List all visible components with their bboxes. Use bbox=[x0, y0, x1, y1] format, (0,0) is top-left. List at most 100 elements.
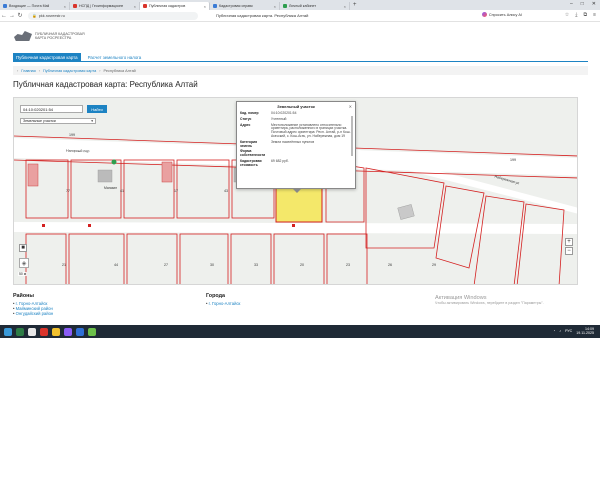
boundary-marker bbox=[42, 224, 45, 227]
cadastral-search-input[interactable]: 04:10:020201:54 bbox=[20, 105, 83, 113]
breadcrumb-map[interactable]: Публичная кадастровая карта bbox=[43, 69, 96, 73]
building bbox=[161, 161, 173, 183]
parcel-number: 199 bbox=[510, 158, 516, 162]
tab-label: Личный кабинет bbox=[289, 4, 317, 8]
reload-icon[interactable]: ↻ bbox=[16, 12, 24, 19]
close-icon[interactable]: ✕ bbox=[349, 104, 352, 109]
popup-row: Статус Учтенный bbox=[240, 117, 352, 122]
popup-key: Кад. номер bbox=[240, 111, 259, 115]
browser-tab[interactable]: Кадастровая справк × bbox=[210, 2, 280, 10]
layers-button[interactable]: ◈ bbox=[19, 258, 29, 268]
extensions-icon[interactable]: ⧉ bbox=[584, 12, 588, 18]
road-lower bbox=[14, 222, 577, 234]
parcel bbox=[25, 233, 67, 284]
system-tray: ◔ ♪ РУС 14:09 19.11.2025 bbox=[553, 327, 594, 335]
back-icon[interactable]: ← bbox=[0, 13, 8, 19]
bookmark-icon[interactable]: ☆ bbox=[565, 12, 569, 18]
language-indicator[interactable]: РУС bbox=[565, 329, 572, 333]
chevron-down-icon: ▾ bbox=[91, 119, 93, 123]
districts-list: Районы г. Горно-Алтайск Майминский район… bbox=[13, 293, 53, 316]
start-icon[interactable] bbox=[4, 327, 12, 336]
list-item[interactable]: г. Горно-Алтайск bbox=[206, 301, 241, 306]
app-icon[interactable] bbox=[28, 327, 36, 336]
popup-row: Категория земель Земли населённых пункто… bbox=[240, 139, 352, 149]
breadcrumb: › Главная › Публичная кадастровая карта … bbox=[13, 66, 588, 75]
tab-land-tax[interactable]: Расчет земельного налога bbox=[85, 53, 145, 61]
districts-heading: Районы bbox=[13, 293, 34, 299]
new-tab-button[interactable]: + bbox=[353, 2, 357, 8]
building bbox=[97, 169, 113, 183]
download-icon[interactable]: ⤓ bbox=[575, 12, 577, 18]
parcel-number: 33 bbox=[254, 263, 258, 267]
close-icon[interactable]: × bbox=[64, 4, 66, 9]
parcel-number: 26 bbox=[388, 263, 392, 267]
map-icon bbox=[73, 4, 77, 8]
parcel-number: 21 bbox=[62, 263, 66, 267]
russia-map-logo-icon bbox=[14, 31, 32, 41]
browser-tab-bar: Входящие — Почта Mail × НСПД | Геоинформа… bbox=[0, 0, 600, 10]
app-icon[interactable] bbox=[88, 327, 96, 336]
popup-value[interactable]: 04:10:020201:54 bbox=[271, 111, 352, 116]
tool-button[interactable]: ■ bbox=[19, 244, 27, 252]
close-window-icon[interactable]: ✕ bbox=[592, 1, 596, 7]
logo-text: Публичная кадастровая карта Росреестра bbox=[35, 32, 85, 40]
popup-title: Земельный участок bbox=[277, 105, 315, 109]
minimize-icon[interactable]: – bbox=[570, 1, 573, 7]
site-tabs: Публичная кадастровая карта Расчет земел… bbox=[13, 53, 144, 61]
url-input[interactable]: 🔒 pkk.rosreestr.ru bbox=[28, 11, 198, 20]
word-icon[interactable] bbox=[76, 327, 84, 336]
cities-heading: Города bbox=[206, 293, 226, 299]
zoom-out-button[interactable]: − bbox=[565, 247, 573, 255]
clock-date: 19.11.2025 bbox=[576, 331, 594, 336]
windows-activation-watermark: Активация Windows Чтобы активировать Win… bbox=[435, 295, 544, 305]
parcel bbox=[230, 233, 272, 284]
map-scale: 50 м bbox=[18, 272, 28, 276]
folder-icon[interactable] bbox=[52, 327, 60, 336]
breadcrumb-home[interactable]: Главная bbox=[21, 69, 35, 73]
browser-toolbar-icons: ☆ ⤓ ⧉ ≡ bbox=[565, 12, 596, 18]
tab-label: Публичная кадастров bbox=[149, 4, 186, 8]
browser-tab[interactable]: Входящие — Почта Mail × bbox=[0, 2, 70, 10]
popup-row: Кад. номер 04:10:020201:54 bbox=[240, 111, 352, 116]
parcel-number: 44 bbox=[114, 263, 118, 267]
logo-line-2: карта Росреестра bbox=[35, 36, 72, 40]
list-item[interactable]: Онгудайский район bbox=[13, 311, 54, 316]
app-icon[interactable] bbox=[16, 327, 24, 336]
parcel-number: 30 bbox=[210, 263, 214, 267]
find-button[interactable]: Найти bbox=[87, 105, 107, 113]
zoom-in-button[interactable]: + bbox=[565, 238, 573, 246]
menu-icon[interactable]: ≡ bbox=[593, 12, 596, 18]
site-logo[interactable]: Публичная кадастровая карта Росреестра bbox=[14, 31, 85, 41]
close-icon[interactable]: × bbox=[344, 4, 346, 9]
close-icon[interactable]: × bbox=[134, 4, 136, 9]
close-icon[interactable]: × bbox=[274, 4, 276, 9]
popup-value: Земли населённых пунктов bbox=[271, 139, 315, 144]
browser-tab[interactable]: НСПД | Геоинформационн × bbox=[70, 2, 140, 10]
forward-icon[interactable]: → bbox=[8, 13, 16, 19]
maximize-icon[interactable]: □ bbox=[581, 1, 584, 7]
close-icon[interactable]: × bbox=[204, 4, 206, 9]
boundary-marker bbox=[292, 224, 295, 227]
map-icon bbox=[143, 4, 147, 8]
volume-icon[interactable]: ♪ bbox=[559, 329, 561, 333]
browser-icon[interactable] bbox=[40, 327, 48, 336]
clock[interactable]: 14:09 19.11.2025 bbox=[576, 327, 594, 335]
cadastral-map[interactable]: Нагорный пер Набережная ул 77 41 17 43 2… bbox=[13, 97, 578, 285]
object-type-select[interactable]: Земельные участки ▾ bbox=[20, 118, 96, 124]
mail-icon bbox=[3, 4, 7, 8]
parcel bbox=[473, 195, 525, 284]
browser-tab-active[interactable]: Публичная кадастров × bbox=[140, 2, 210, 10]
popup-row: Адрес Местоположение установлено относит… bbox=[240, 123, 352, 139]
parcel bbox=[179, 233, 229, 284]
map-search: 04:10:020201:54 Найти bbox=[20, 105, 107, 113]
browser-tab[interactable]: Личный кабинет × bbox=[280, 2, 350, 10]
user-icon bbox=[283, 4, 287, 8]
popup-value: 69 682 руб. bbox=[271, 158, 289, 163]
road-label: Нагорный пер bbox=[65, 148, 90, 154]
alice-button[interactable]: Спросить Алису AI bbox=[481, 12, 522, 17]
app-icon[interactable] bbox=[64, 327, 72, 336]
network-icon[interactable]: ◔ bbox=[553, 329, 555, 333]
tab-public-map[interactable]: Публичная кадастровая карта bbox=[13, 53, 81, 61]
popup-scrollbar[interactable] bbox=[351, 116, 353, 156]
ruler-icon[interactable]: ■ bbox=[19, 244, 27, 252]
